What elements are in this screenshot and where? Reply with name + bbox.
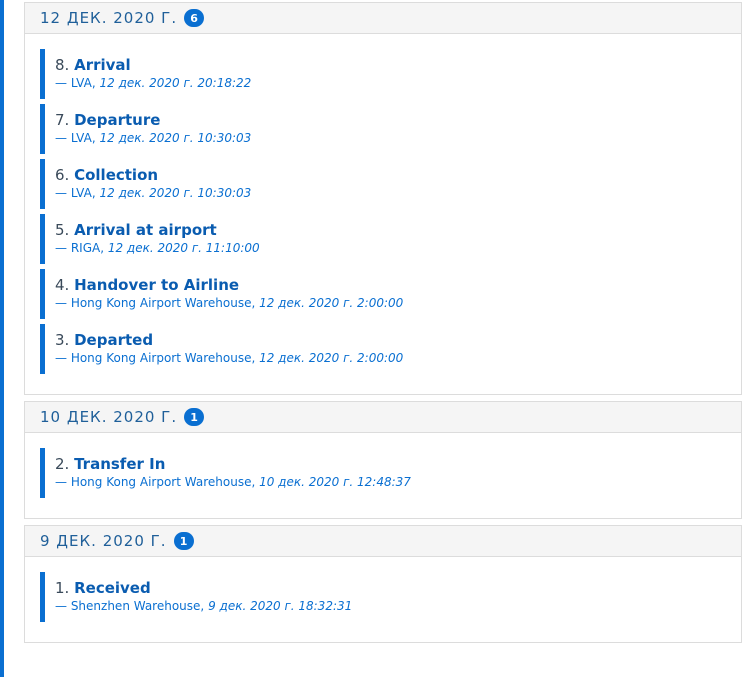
tracking-event: 7. Departure — LVA, 12 дек. 2020 г. 10:3… <box>40 104 741 154</box>
event-name: Arrival at airport <box>74 221 217 239</box>
tracking-event: 2. Transfer In — Hong Kong Airport Wareh… <box>40 448 741 498</box>
event-list: 8. Arrival — LVA, 12 дек. 2020 г. 20:18:… <box>25 34 741 394</box>
event-count-badge: 1 <box>173 532 194 550</box>
event-title: 1. Received <box>55 572 741 597</box>
event-name: Arrival <box>74 56 131 74</box>
group-date: 12 ДЕК. 2020 Г. <box>40 8 178 27</box>
event-timestamp: 12 дек. 2020 г. 2:00:00 <box>259 351 404 365</box>
event-number: 8. <box>55 56 70 74</box>
event-location: — LVA, <box>55 131 96 145</box>
event-timestamp: 12 дек. 2020 г. 10:30:03 <box>99 186 252 200</box>
event-meta: — Shenzhen Warehouse, 9 дек. 2020 г. 18:… <box>55 598 741 614</box>
group-date: 9 ДЕК. 2020 Г. <box>40 531 167 550</box>
event-number: 7. <box>55 111 70 129</box>
event-meta: — Hong Kong Airport Warehouse, 10 дек. 2… <box>55 474 741 490</box>
tracking-event: 1. Received — Shenzhen Warehouse, 9 дек.… <box>40 572 741 622</box>
event-title: 3. Departed <box>55 324 741 349</box>
event-location: — RIGA, <box>55 241 105 255</box>
tracking-event: 3. Departed — Hong Kong Airport Warehous… <box>40 324 741 374</box>
date-group-header[interactable]: 9 ДЕК. 2020 Г. 1 <box>25 526 741 557</box>
event-name: Received <box>74 579 151 597</box>
event-timestamp: 12 дек. 2020 г. 20:18:22 <box>99 76 252 90</box>
date-group: 12 ДЕК. 2020 Г. 6 8. Arrival — LVA, 12 д… <box>24 2 742 395</box>
tracking-event: 4. Handover to Airline — Hong Kong Airpo… <box>40 269 741 319</box>
event-location: — Hong Kong Airport Warehouse, <box>55 475 256 489</box>
tracking-event: 5. Arrival at airport — RIGA, 12 дек. 20… <box>40 214 741 264</box>
event-meta: — Hong Kong Airport Warehouse, 12 дек. 2… <box>55 350 741 366</box>
date-group: 10 ДЕК. 2020 Г. 1 2. Transfer In — Hong … <box>24 401 742 519</box>
event-timestamp: 9 дек. 2020 г. 18:32:31 <box>208 599 353 613</box>
tracking-event: 6. Collection — LVA, 12 дек. 2020 г. 10:… <box>40 159 741 209</box>
event-meta: — LVA, 12 дек. 2020 г. 10:30:03 <box>55 185 741 201</box>
event-timestamp: 12 дек. 2020 г. 2:00:00 <box>259 296 404 310</box>
tracking-panel: 12 ДЕК. 2020 Г. 6 8. Arrival — LVA, 12 д… <box>0 0 755 677</box>
event-title: 5. Arrival at airport <box>55 214 741 239</box>
event-title: 2. Transfer In <box>55 448 741 473</box>
event-title: 6. Collection <box>55 159 741 184</box>
event-name: Departure <box>74 111 161 129</box>
event-location: — Hong Kong Airport Warehouse, <box>55 351 256 365</box>
event-name: Collection <box>74 166 159 184</box>
event-timestamp: 10 дек. 2020 г. 12:48:37 <box>259 475 411 489</box>
event-timestamp: 12 дек. 2020 г. 10:30:03 <box>99 131 252 145</box>
date-group-header[interactable]: 12 ДЕК. 2020 Г. 6 <box>25 3 741 34</box>
event-location: — Shenzhen Warehouse, <box>55 599 205 613</box>
event-list: 2. Transfer In — Hong Kong Airport Wareh… <box>25 433 741 518</box>
event-number: 5. <box>55 221 70 239</box>
event-list: 1. Received — Shenzhen Warehouse, 9 дек.… <box>25 557 741 642</box>
event-meta: — LVA, 12 дек. 2020 г. 20:18:22 <box>55 75 741 91</box>
tracking-history: 12 ДЕК. 2020 Г. 6 8. Arrival — LVA, 12 д… <box>24 2 742 649</box>
event-title: 7. Departure <box>55 104 741 129</box>
event-count-badge: 1 <box>184 408 205 426</box>
event-title: 4. Handover to Airline <box>55 269 741 294</box>
event-timestamp: 12 дек. 2020 г. 11:10:00 <box>107 241 260 255</box>
event-number: 2. <box>55 455 70 473</box>
event-number: 4. <box>55 276 70 294</box>
event-location: — LVA, <box>55 76 96 90</box>
event-count-badge: 6 <box>184 9 205 27</box>
event-meta: — Hong Kong Airport Warehouse, 12 дек. 2… <box>55 295 741 311</box>
event-number: 3. <box>55 331 70 349</box>
date-group: 9 ДЕК. 2020 Г. 1 1. Received — Shenzhen … <box>24 525 742 643</box>
date-group-header[interactable]: 10 ДЕК. 2020 Г. 1 <box>25 402 741 433</box>
event-name: Transfer In <box>74 455 166 473</box>
event-meta: — RIGA, 12 дек. 2020 г. 11:10:00 <box>55 240 741 256</box>
event-title: 8. Arrival <box>55 49 741 74</box>
event-location: — LVA, <box>55 186 96 200</box>
event-meta: — LVA, 12 дек. 2020 г. 10:30:03 <box>55 130 741 146</box>
event-number: 1. <box>55 579 70 597</box>
event-location: — Hong Kong Airport Warehouse, <box>55 296 256 310</box>
tracking-event: 8. Arrival — LVA, 12 дек. 2020 г. 20:18:… <box>40 49 741 99</box>
event-number: 6. <box>55 166 70 184</box>
event-name: Handover to Airline <box>74 276 240 294</box>
group-date: 10 ДЕК. 2020 Г. <box>40 407 178 426</box>
event-name: Departed <box>74 331 154 349</box>
